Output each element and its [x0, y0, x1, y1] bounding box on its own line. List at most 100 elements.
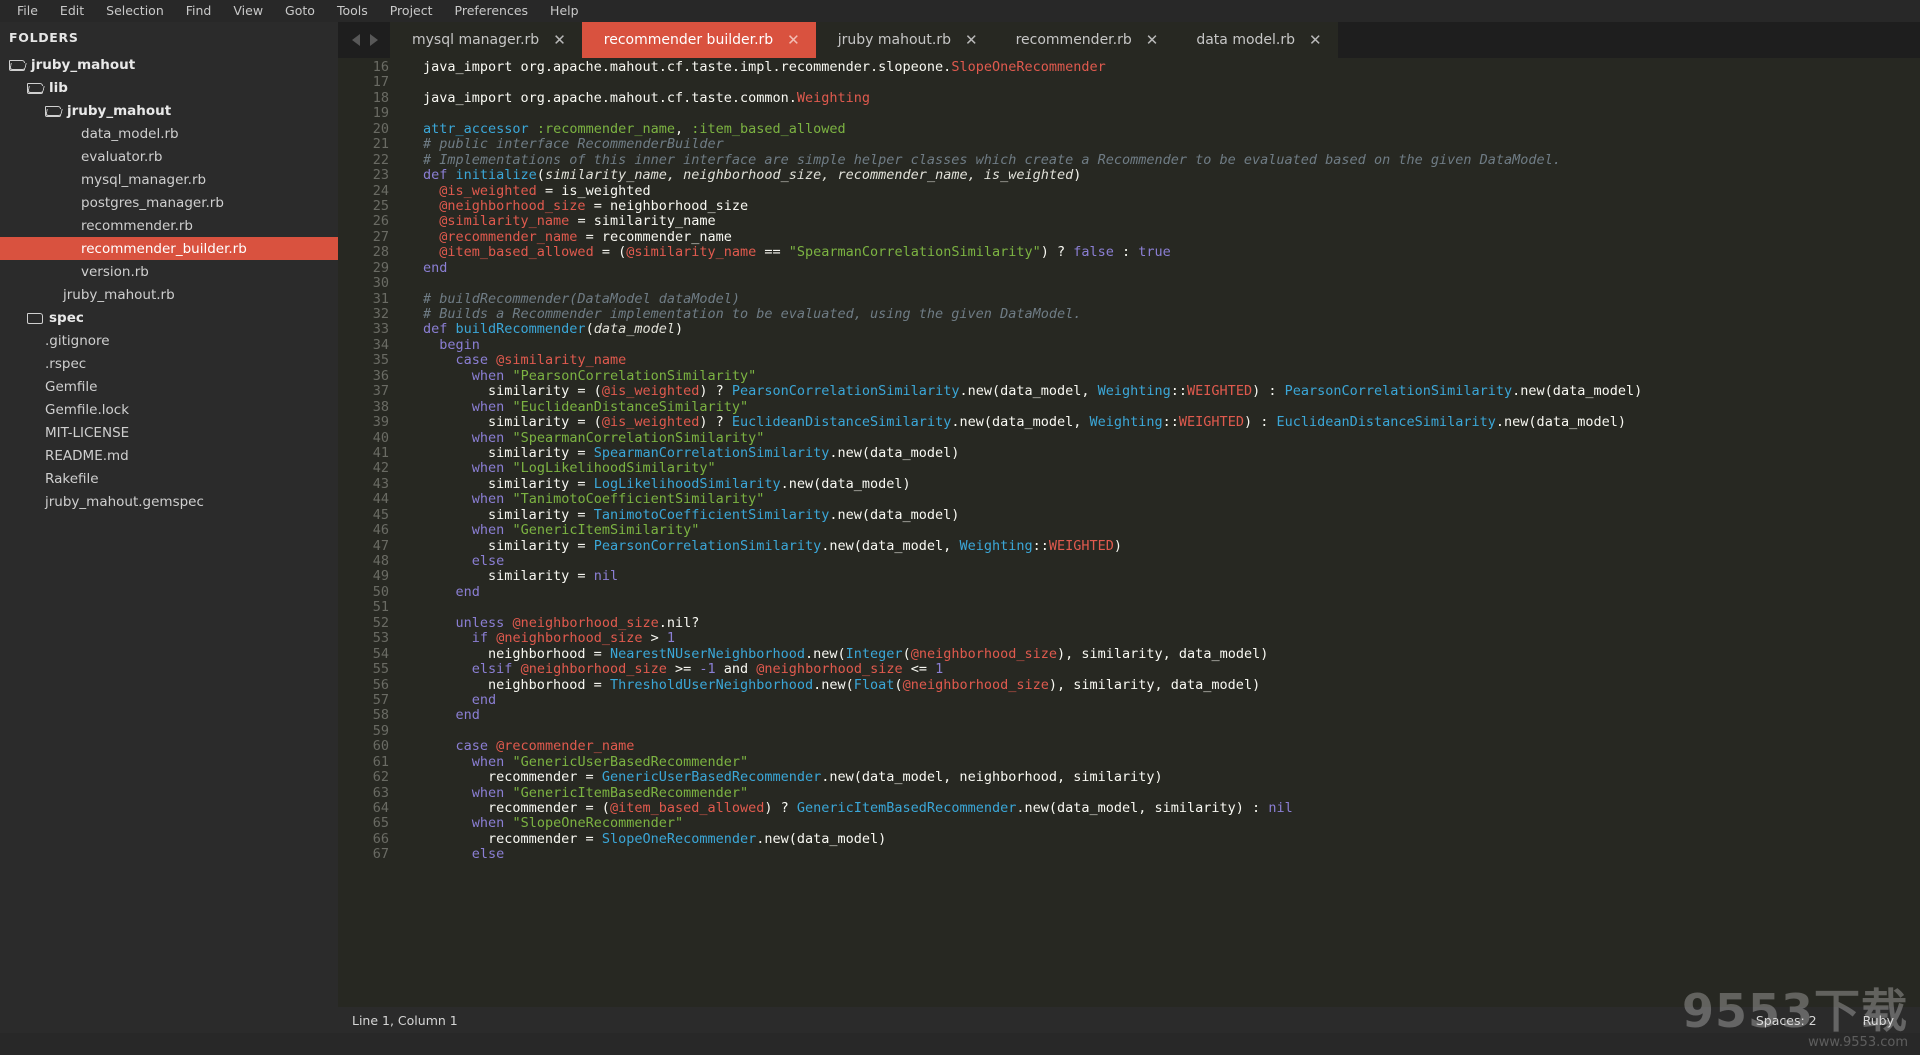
code-line[interactable]: when "PearsonCorrelationSimilarity" — [423, 368, 1920, 384]
code-line[interactable]: when "GenericItemBasedRecommender" — [423, 785, 1920, 801]
code-line[interactable]: when "TanimotoCoefficientSimilarity" — [423, 492, 1920, 507]
tab-close-icon[interactable]: ✕ — [787, 32, 800, 48]
tree-file-recommender-builder-rb[interactable]: recommender_builder.rb — [0, 237, 338, 260]
code-pane[interactable]: 16 17 18 19 20 21 22 23 24 25 26 27 28 29 30 31 32 33 34 35… — [338, 58, 1920, 1007]
code-line[interactable]: java_import org.apache.mahout.cf.taste.i… — [423, 59, 1920, 75]
code-line[interactable]: similarity = SpearmanCorrelationSimilari… — [423, 445, 1920, 461]
tree-file-gemfile[interactable]: Gemfile — [0, 375, 338, 398]
tab-scroll-arrows[interactable] — [338, 22, 390, 58]
menu-item-help[interactable]: Help — [539, 1, 590, 21]
code-line[interactable]: when "LogLikelihoodSimilarity" — [423, 461, 1920, 476]
tree-file-evaluator-rb[interactable]: evaluator.rb — [0, 145, 338, 168]
tree-file-readme-md[interactable]: README.md — [0, 444, 338, 467]
code-line[interactable]: @recommender_name = recommender_name — [423, 229, 1920, 245]
code-line[interactable]: similarity = TanimotoCoefficientSimilari… — [423, 507, 1920, 523]
code-content[interactable]: java_import org.apache.mahout.cf.taste.i… — [401, 58, 1920, 1007]
code-line[interactable]: similarity = LogLikelihoodSimilarity.new… — [423, 476, 1920, 492]
tab-bar[interactable]: mysql manager.rb ✕ recommender builder.rb ✕… — [338, 22, 1920, 58]
status-syntax[interactable]: Ruby — [1863, 1013, 1894, 1028]
code-line[interactable]: def initialize(similarity_name, neighbor… — [423, 167, 1920, 183]
tab-close-icon[interactable]: ✕ — [553, 32, 566, 48]
tree-file-gemfile-lock[interactable]: Gemfile.lock — [0, 398, 338, 421]
menu-item-edit[interactable]: Edit — [49, 1, 95, 21]
code-line[interactable]: end — [423, 584, 1920, 600]
tree-file-mit-license[interactable]: MIT-LICENSE — [0, 421, 338, 444]
menu-item-preferences[interactable]: Preferences — [444, 1, 540, 21]
code-line[interactable]: unless @neighborhood_size.nil? — [423, 615, 1920, 631]
code-line[interactable]: case @recommender_name — [423, 739, 1920, 754]
code-line[interactable]: @item_based_allowed = (@similarity_name … — [423, 245, 1920, 260]
code-line[interactable]: when "SpearmanCorrelationSimilarity" — [423, 430, 1920, 446]
tab-recommender-rb[interactable]: recommender.rb ✕ — [993, 22, 1175, 58]
tab-mysql-manager-rb[interactable]: mysql manager.rb ✕ — [390, 22, 582, 58]
tab-close-icon[interactable]: ✕ — [965, 32, 978, 48]
tree-file-data-model-rb[interactable]: data_model.rb — [0, 122, 338, 145]
code-line[interactable]: when "EuclideanDistanceSimilarity" — [423, 399, 1920, 415]
code-line[interactable] — [423, 106, 1920, 121]
code-line[interactable]: java_import org.apache.mahout.cf.taste.c… — [423, 90, 1920, 106]
code-line[interactable]: begin — [423, 337, 1920, 353]
tab-close-icon[interactable]: ✕ — [1146, 32, 1159, 48]
code-line[interactable]: similarity = PearsonCorrelationSimilarit… — [423, 538, 1920, 554]
code-line[interactable]: end — [423, 692, 1920, 708]
code-line[interactable]: similarity = nil — [423, 569, 1920, 584]
code-line[interactable]: else — [423, 553, 1920, 569]
tree-folder-lib[interactable]: lib — [0, 76, 338, 99]
code-line[interactable] — [423, 600, 1920, 615]
tree-file-recommender-rb[interactable]: recommender.rb — [0, 214, 338, 237]
tab-close-icon[interactable]: ✕ — [1309, 32, 1322, 48]
menu-item-tools[interactable]: Tools — [326, 1, 379, 21]
status-line-column[interactable]: Line 1, Column 1 — [338, 1013, 458, 1028]
menu-item-view[interactable]: View — [222, 1, 274, 21]
tree-file-postgres-manager-rb[interactable]: postgres_manager.rb — [0, 191, 338, 214]
code-line[interactable]: @similarity_name = similarity_name — [423, 214, 1920, 229]
code-line[interactable]: when "GenericUserBasedRecommender" — [423, 754, 1920, 770]
code-line[interactable]: def buildRecommender(data_model) — [423, 322, 1920, 337]
menu-item-selection[interactable]: Selection — [95, 1, 175, 21]
code-line[interactable]: when "GenericItemSimilarity" — [423, 522, 1920, 538]
tree-file-jruby-mahout-gemspec[interactable]: jruby_mahout.gemspec — [0, 490, 338, 513]
tab-data-model-rb[interactable]: data model.rb ✕ — [1174, 22, 1338, 58]
code-line[interactable]: recommender = SlopeOneRecommender.new(da… — [423, 831, 1920, 847]
tab-container[interactable]: mysql manager.rb ✕ recommender builder.rb ✕… — [390, 22, 1338, 58]
code-line[interactable] — [423, 75, 1920, 90]
code-line[interactable]: similarity = (@is_weighted) ? PearsonCor… — [423, 383, 1920, 399]
code-line[interactable] — [423, 724, 1920, 739]
menu-item-goto[interactable]: Goto — [274, 1, 326, 21]
tab-recommender-builder-rb[interactable]: recommender builder.rb ✕ — [581, 22, 816, 58]
code-line[interactable]: # Implementations of this inner interfac… — [423, 152, 1920, 168]
code-line[interactable]: when "SlopeOneRecommender" — [423, 816, 1920, 831]
sidebar-file-tree[interactable]: FOLDERS jruby_mahout lib jruby_mahout data_… — [0, 22, 338, 1033]
menu-item-project[interactable]: Project — [379, 1, 444, 21]
tree-file-version-rb[interactable]: version.rb — [0, 260, 338, 283]
tab-jruby-mahout-rb[interactable]: jruby mahout.rb ✕ — [815, 22, 994, 58]
tree-file--rspec[interactable]: .rspec — [0, 352, 338, 375]
code-line[interactable]: neighborhood = NearestNUserNeighborhood.… — [423, 646, 1920, 662]
code-line[interactable]: similarity = (@is_weighted) ? EuclideanD… — [423, 414, 1920, 430]
tree-folder-jruby-mahout[interactable]: jruby_mahout — [0, 99, 338, 122]
tree-folder-spec[interactable]: spec — [0, 306, 338, 329]
code-line[interactable]: attr_accessor :recommender_name, :item_b… — [423, 121, 1920, 137]
tree-file-jruby-mahout-rb[interactable]: jruby_mahout.rb — [0, 283, 338, 306]
tree-file-rakefile[interactable]: Rakefile — [0, 467, 338, 490]
code-line[interactable]: # Builds a Recommender implementation to… — [423, 306, 1920, 322]
tree-file--gitignore[interactable]: .gitignore — [0, 329, 338, 352]
code-line[interactable]: # public interface RecommenderBuilder — [423, 136, 1920, 152]
tree-file-mysql-manager-rb[interactable]: mysql_manager.rb — [0, 168, 338, 191]
code-line[interactable]: @is_weighted = is_weighted — [423, 183, 1920, 199]
code-line[interactable]: case @similarity_name — [423, 353, 1920, 368]
menu-item-find[interactable]: Find — [175, 1, 223, 21]
code-line[interactable]: end — [423, 708, 1920, 723]
code-line[interactable]: recommender = (@item_based_allowed) ? Ge… — [423, 800, 1920, 816]
code-line[interactable]: neighborhood = ThresholdUserNeighborhood… — [423, 677, 1920, 693]
scroll-left-icon[interactable] — [352, 34, 360, 46]
status-indentation[interactable]: Spaces: 2 — [1756, 1013, 1817, 1028]
code-line[interactable]: @neighborhood_size = neighborhood_size — [423, 198, 1920, 214]
tree-folder-jruby-mahout[interactable]: jruby_mahout — [0, 53, 338, 76]
code-line[interactable]: else — [423, 847, 1920, 862]
code-line[interactable]: # buildRecommender(DataModel dataModel) — [423, 291, 1920, 307]
menu-item-file[interactable]: File — [6, 1, 49, 21]
code-line[interactable]: if @neighborhood_size > 1 — [423, 630, 1920, 646]
folder-tree-list[interactable]: jruby_mahout lib jruby_mahout data_model.rb… — [0, 53, 338, 513]
code-line[interactable]: end — [423, 260, 1920, 276]
